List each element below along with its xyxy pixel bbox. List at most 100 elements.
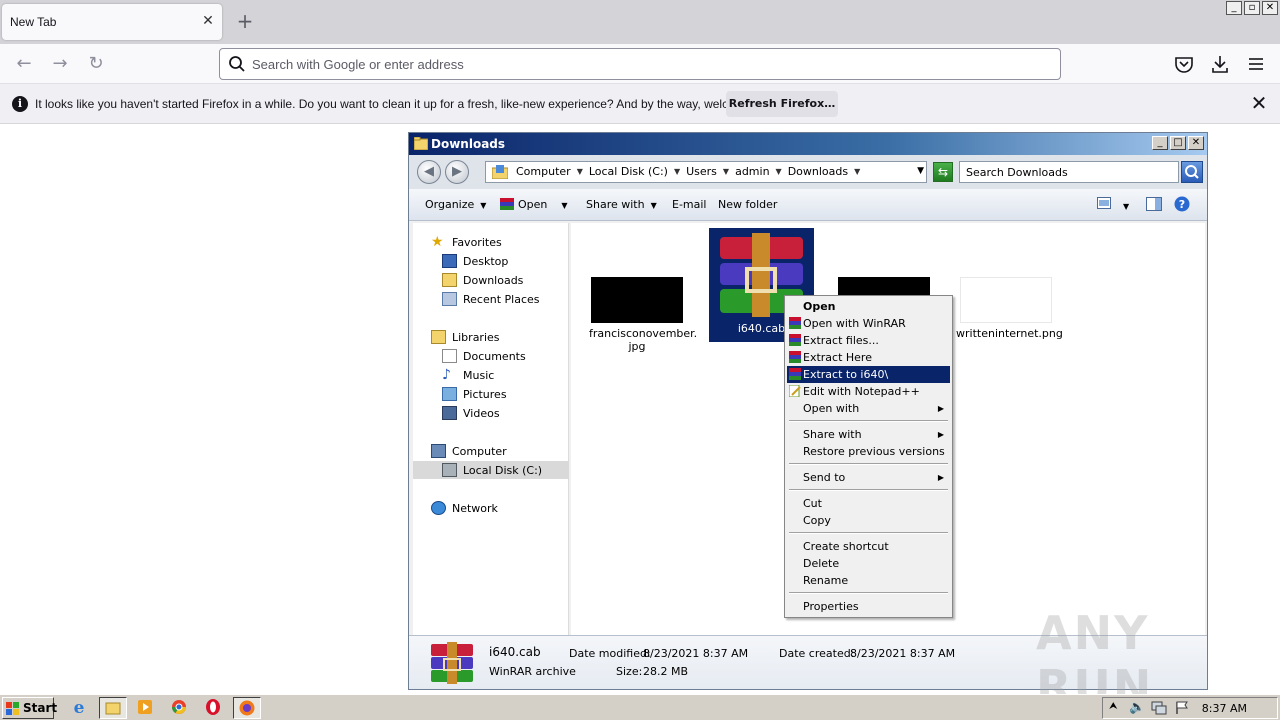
nav-network[interactable]: Network: [431, 501, 498, 515]
forward-arrow-icon[interactable]: ▶: [445, 160, 469, 184]
volume-icon[interactable]: 🔈: [1129, 700, 1145, 715]
details-filename: i640.cab: [489, 645, 541, 659]
forward-arrow-icon[interactable]: →: [48, 52, 72, 76]
menu-label: Extract to i640\: [803, 368, 889, 381]
explorer-title-bar[interactable]: Downloads _ □ ✕: [409, 133, 1207, 155]
taskbar-opera-icon[interactable]: [200, 697, 228, 719]
nav-documents[interactable]: Documents: [442, 349, 526, 363]
window-title: Downloads: [431, 137, 506, 151]
browser-tab[interactable]: New Tab ✕: [2, 4, 222, 40]
nav-favorites[interactable]: ★ Favorites: [431, 235, 502, 249]
details-size-value: 28.2 MB: [643, 665, 689, 678]
taskbar-internet-explorer-icon[interactable]: e: [66, 697, 94, 719]
organize-button[interactable]: Organize ▼: [425, 198, 486, 211]
menu-item-extract-files[interactable]: Extract files...: [787, 332, 950, 349]
maximize-icon[interactable]: ▫: [1244, 1, 1260, 15]
documents-icon: [442, 349, 457, 363]
videos-icon: [442, 406, 457, 420]
refresh-icon[interactable]: ⇆: [933, 162, 953, 182]
taskbar-chrome-icon[interactable]: [166, 697, 194, 719]
view-options-icon[interactable]: ▼: [1097, 197, 1129, 212]
pocket-icon[interactable]: [1172, 52, 1196, 76]
menu-separator: [789, 532, 948, 534]
nav-label: Downloads: [463, 273, 524, 287]
menu-item-extract-to[interactable]: Extract to i640\: [787, 366, 950, 383]
new-folder-button[interactable]: New folder: [718, 198, 777, 211]
taskbar-firefox-icon[interactable]: [233, 697, 261, 719]
nav-label: Documents: [463, 349, 526, 363]
winrar-icon: [789, 351, 801, 363]
breadcrumb-local-disk[interactable]: Local Disk (C:): [589, 165, 668, 178]
hamburger-menu-icon[interactable]: [1244, 52, 1268, 76]
tray-expand-icon[interactable]: ⮝: [1109, 701, 1118, 712]
back-arrow-icon[interactable]: ◀: [417, 160, 441, 184]
preview-pane-icon[interactable]: [1146, 197, 1162, 214]
clock[interactable]: 8:37 AM: [1202, 702, 1247, 715]
open-button[interactable]: Open ▼: [500, 198, 568, 211]
search-icon[interactable]: [1181, 161, 1203, 183]
nav-downloads[interactable]: Downloads: [442, 273, 523, 287]
taskbar-explorer-icon[interactable]: [99, 697, 127, 719]
minimize-icon[interactable]: _: [1226, 1, 1242, 15]
tab-close-icon[interactable]: ✕: [200, 13, 216, 29]
nav-recent-places[interactable]: Recent Places: [442, 292, 540, 306]
breadcrumb-computer[interactable]: Computer: [516, 165, 571, 178]
email-button[interactable]: E-mail: [672, 198, 707, 211]
menu-item-extract-here[interactable]: Extract Here: [787, 349, 950, 366]
menu-item-create-shortcut[interactable]: Create shortcut: [787, 538, 950, 555]
file-item-png[interactable]: writteninternet.png: [956, 277, 1063, 340]
menu-item-delete[interactable]: Delete: [787, 555, 950, 572]
menu-item-cut[interactable]: Cut: [787, 495, 950, 512]
reload-icon[interactable]: ↻: [84, 52, 108, 76]
menu-item-open-with[interactable]: Open with ▶: [787, 400, 950, 417]
image-thumbnail: [591, 277, 683, 323]
network-status-icon[interactable]: [1151, 701, 1167, 715]
menu-item-open-with-winrar[interactable]: Open with WinRAR: [787, 315, 950, 332]
close-window-icon[interactable]: ✕: [1262, 1, 1278, 15]
address-dropdown-icon[interactable]: ▼: [917, 166, 924, 176]
nav-computer[interactable]: Computer: [431, 444, 507, 458]
back-arrow-icon[interactable]: ←: [12, 52, 36, 76]
nav-music[interactable]: ♪ Music: [442, 368, 494, 382]
nav-label: Computer: [452, 444, 507, 458]
refresh-firefox-button[interactable]: Refresh Firefox…: [726, 91, 838, 117]
download-icon[interactable]: [1208, 52, 1232, 76]
url-bar[interactable]: [219, 48, 1061, 80]
menu-label: Extract files...: [803, 334, 879, 347]
breadcrumb-users[interactable]: Users: [686, 165, 717, 178]
nav-pictures[interactable]: Pictures: [442, 387, 507, 401]
menu-item-copy[interactable]: Copy: [787, 512, 950, 529]
share-with-button[interactable]: Share with ▼: [586, 198, 657, 211]
search-input[interactable]: Search Downloads: [959, 161, 1179, 183]
close-notification-icon[interactable]: ✕: [1250, 93, 1268, 113]
menu-label: Send to: [803, 471, 846, 484]
menu-item-rename[interactable]: Rename: [787, 572, 950, 589]
close-icon[interactable]: ✕: [1188, 136, 1204, 150]
nav-local-disk[interactable]: Local Disk (C:): [442, 463, 542, 477]
menu-separator: [789, 489, 948, 491]
new-tab-plus-icon[interactable]: +: [234, 10, 256, 32]
nav-desktop[interactable]: Desktop: [442, 254, 508, 268]
nav-label: Pictures: [463, 387, 507, 401]
menu-item-edit-notepad[interactable]: Edit with Notepad++: [787, 383, 950, 400]
menu-item-open[interactable]: Open: [787, 298, 950, 315]
breadcrumb-admin[interactable]: admin: [735, 165, 769, 178]
notification-message: It looks like you haven't started Firefo…: [35, 97, 784, 111]
nav-libraries[interactable]: Libraries: [431, 330, 500, 344]
nav-videos[interactable]: Videos: [442, 406, 500, 420]
maximize-icon[interactable]: □: [1170, 136, 1186, 150]
taskbar-media-player-icon[interactable]: [132, 697, 160, 719]
url-input[interactable]: [252, 53, 1032, 75]
help-icon[interactable]: ?: [1174, 196, 1190, 215]
address-bar[interactable]: Computer ▼ Local Disk (C:) ▼ Users ▼ admin ▼…: [485, 161, 927, 183]
minimize-icon[interactable]: _: [1152, 136, 1168, 150]
folder-icon: [492, 165, 508, 179]
menu-item-properties[interactable]: Properties: [787, 598, 950, 615]
menu-item-restore-previous[interactable]: Restore previous versions: [787, 443, 950, 460]
start-button[interactable]: Start: [2, 697, 57, 719]
menu-item-send-to[interactable]: Send to ▶: [787, 469, 950, 486]
file-item-jpg[interactable]: francisconovember. jpg: [589, 277, 697, 353]
breadcrumb-downloads[interactable]: Downloads: [788, 165, 848, 178]
menu-item-share-with[interactable]: Share with ▶: [787, 426, 950, 443]
action-center-flag-icon[interactable]: [1175, 701, 1189, 715]
